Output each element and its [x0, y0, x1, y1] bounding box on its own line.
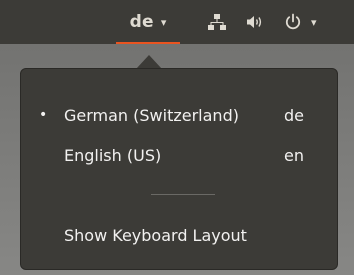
top-panel: de ▾ ▾ [0, 0, 354, 44]
network-indicator[interactable] [206, 0, 228, 44]
keyboard-layout-menu: • German (Switzerland) de English (US) e… [20, 68, 338, 270]
layout-code: en [284, 145, 304, 165]
layout-name: English (US) [64, 145, 162, 165]
network-icon [208, 14, 226, 30]
layout-name: German (Switzerland) [64, 105, 239, 125]
volume-icon [247, 16, 262, 28]
menu-item-german-switzerland[interactable]: • German (Switzerland) de [21, 97, 337, 133]
chevron-down-icon: ▾ [160, 15, 167, 29]
selected-bullet-icon: • [39, 107, 48, 123]
power-icon [285, 13, 301, 30]
menu-pointer [136, 55, 162, 69]
menu-item-label: Show Keyboard Layout [64, 225, 247, 245]
system-menu-indicator[interactable]: ▾ [284, 0, 336, 44]
active-indicator-bar [116, 42, 180, 44]
show-keyboard-layout-item[interactable]: Show Keyboard Layout [21, 217, 337, 253]
menu-item-english-us[interactable]: English (US) en [21, 137, 337, 173]
layout-code: de [284, 105, 304, 125]
desktop: de ▾ ▾ • German (Switzerland) de English… [0, 0, 354, 275]
chevron-down-icon: ▾ [311, 15, 317, 29]
input-source-indicator[interactable]: de ▾ [110, 0, 186, 44]
input-source-label: de [129, 12, 154, 32]
menu-separator [151, 194, 215, 195]
sound-indicator[interactable] [244, 0, 266, 44]
